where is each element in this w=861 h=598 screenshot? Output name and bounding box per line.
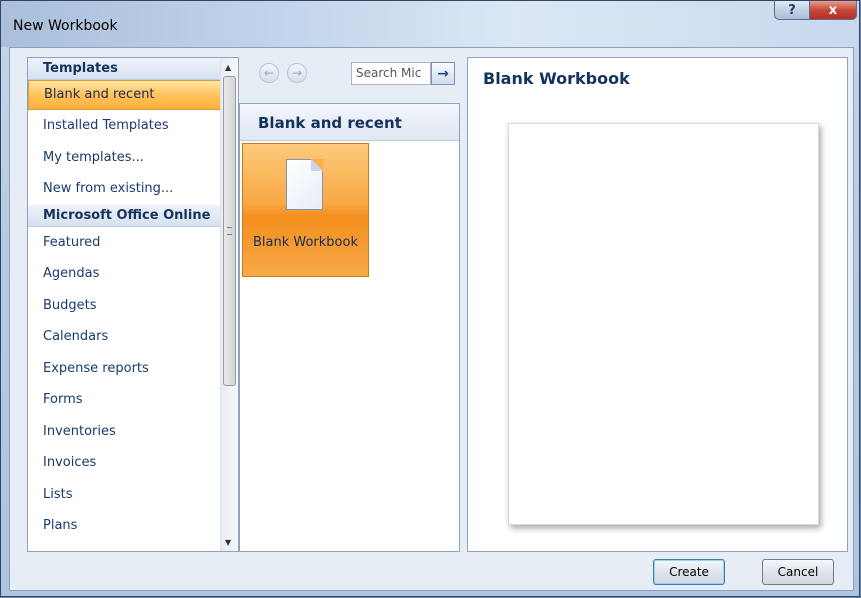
preview-thumbnail	[508, 123, 819, 525]
category-item-agendas[interactable]: Agendas	[28, 258, 221, 290]
scrollbar-thumb[interactable]	[223, 76, 236, 386]
navigation-bar: ← → Search Mic →	[246, 57, 468, 97]
dialog-body: Templates Blank and recent Installed Tem…	[9, 47, 854, 591]
help-button[interactable]: ?	[774, 1, 809, 20]
template-tile-label: Blank Workbook	[252, 235, 358, 250]
search-go-arrow-icon[interactable]: →	[431, 62, 455, 85]
category-item-featured[interactable]: Featured	[28, 227, 221, 259]
category-item-my-templates[interactable]: My templates...	[28, 142, 221, 174]
template-panel: Blank and recent Blank Workbook	[239, 103, 460, 552]
window-title: New Workbook	[13, 18, 118, 34]
back-arrow-icon[interactable]: ←	[259, 63, 279, 83]
close-button[interactable]: x	[809, 1, 857, 20]
category-item-blank-and-recent[interactable]: Blank and recent	[28, 80, 221, 110]
scroll-down-arrow-icon[interactable]: ▼	[225, 538, 231, 547]
category-item-installed-templates[interactable]: Installed Templates	[28, 110, 221, 142]
template-panel-header: Blank and recent	[240, 104, 459, 141]
cancel-button[interactable]: Cancel	[762, 559, 834, 585]
preview-panel: Blank Workbook	[467, 57, 848, 552]
title-bar[interactable]: New Workbook ? x	[1, 1, 859, 47]
category-item-plans[interactable]: Plans	[28, 510, 221, 542]
category-item-new-from-existing[interactable]: New from existing...	[28, 173, 221, 205]
group-header-office-online: Microsoft Office Online	[28, 204, 221, 227]
category-list: Templates Blank and recent Installed Tem…	[28, 58, 221, 542]
template-tile-blank-workbook[interactable]: Blank Workbook	[242, 143, 369, 277]
create-button[interactable]: Create	[653, 559, 725, 585]
category-item-inventories[interactable]: Inventories	[28, 416, 221, 448]
category-scrollbar[interactable]: ▲ ▼	[220, 58, 238, 551]
group-header-templates: Templates	[28, 58, 221, 80]
forward-arrow-icon[interactable]: →	[287, 63, 307, 83]
category-item-invoices[interactable]: Invoices	[28, 447, 221, 479]
scroll-up-arrow-icon[interactable]: ▲	[225, 63, 231, 72]
search-input[interactable]: Search Mic	[351, 62, 431, 85]
category-item-forms[interactable]: Forms	[28, 384, 221, 416]
blank-document-icon	[286, 159, 323, 210]
category-panel: Templates Blank and recent Installed Tem…	[27, 57, 239, 552]
category-item-lists[interactable]: Lists	[28, 479, 221, 511]
preview-title: Blank Workbook	[483, 69, 630, 88]
category-item-budgets[interactable]: Budgets	[28, 290, 221, 322]
category-item-calendars[interactable]: Calendars	[28, 321, 221, 353]
grip-icon	[227, 227, 232, 235]
category-item-expense-reports[interactable]: Expense reports	[28, 353, 221, 385]
new-workbook-dialog: New Workbook ? x Templates Blank and rec…	[0, 0, 860, 597]
